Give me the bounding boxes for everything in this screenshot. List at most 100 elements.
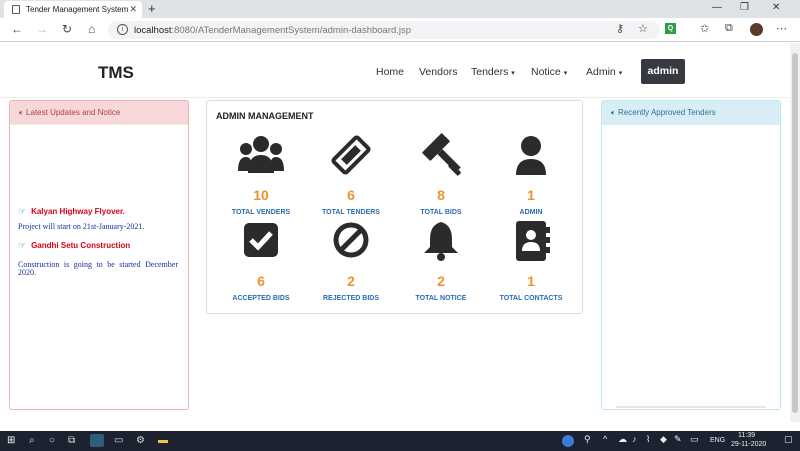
pen-icon[interactable]: ✎ <box>674 434 682 445</box>
page-scrollbar[interactable] <box>790 43 800 422</box>
back-icon[interactable]: ← <box>11 22 23 36</box>
chevron-down-icon: ▾ <box>563 70 568 77</box>
clock-time[interactable]: 11:39 <box>738 432 755 439</box>
user-button[interactable]: admin <box>641 59 685 84</box>
count-accepted-bids: 6 <box>257 273 265 289</box>
label-rejected-bids[interactable]: REJECTED BIDS <box>306 295 396 302</box>
new-tab-icon[interactable]: + <box>148 1 156 16</box>
refresh-icon[interactable]: ↻ <box>62 22 72 36</box>
file-explorer-icon[interactable]: ▬ <box>158 435 168 446</box>
people-icon[interactable]: ⚲ <box>584 434 591 445</box>
card-total-tenders[interactable]: 6 TOTAL TENDERS <box>306 133 396 216</box>
dropbox-icon[interactable]: ◆ <box>660 434 667 445</box>
notice-text: Project will start on 21st-January-2021. <box>18 222 145 231</box>
address-bar: ← → ↻ ⌂ i localhost:8080/ATenderManageme… <box>0 18 800 42</box>
nav-notice-label: Notice <box>531 66 561 78</box>
nav-vendors[interactable]: Vendors <box>419 66 458 78</box>
chevron-up-icon[interactable]: ^ <box>603 434 607 444</box>
notice-text: Construction is going to be started Dece… <box>18 260 178 278</box>
favorites-icon[interactable]: ✩ <box>700 22 709 35</box>
card-total-bids[interactable]: 8 TOTAL BIDS <box>396 133 486 216</box>
search-icon[interactable]: ⌕ <box>29 435 35 446</box>
notice-panel-title: Latest Updates and Notice <box>26 108 121 117</box>
notice-title-text: Gandhi Setu Construction <box>31 241 131 250</box>
windows-start-icon[interactable]: ⊞ <box>7 435 15 446</box>
cloud-icon[interactable]: ☁ <box>618 434 627 445</box>
cortana-icon[interactable]: ○ <box>49 435 55 446</box>
users-icon <box>238 136 284 173</box>
tab-title: Tender Management System <box>26 5 129 14</box>
nav-home[interactable]: Home <box>376 66 404 78</box>
approved-tenders-panel: 🔈︎ Recently Approved Tenders <box>601 100 781 410</box>
scrollbar-thumb[interactable] <box>792 53 798 413</box>
page-icon <box>12 5 20 14</box>
nav-tenders-label: Tenders <box>471 66 509 78</box>
browser-tab[interactable]: Tender Management System ✕ <box>4 1 142 18</box>
window-close-icon[interactable]: ✕ <box>772 2 780 13</box>
count-admin: 1 <box>527 187 535 203</box>
card-total-venders[interactable]: 10 TOTAL VENDERS <box>216 133 306 216</box>
volume-icon[interactable]: ♪ <box>632 434 637 444</box>
label-total-notice[interactable]: TOTAL NOTICE <box>396 295 486 302</box>
restore-icon[interactable]: ❐ <box>740 2 749 13</box>
card-accepted-bids[interactable]: 6 ACCEPTED BIDS <box>216 219 306 302</box>
bell-icon <box>424 222 458 261</box>
collections-icon[interactable]: ⧉ <box>725 22 733 35</box>
network-icon[interactable]: ⌇ <box>646 434 650 445</box>
nav-tenders[interactable]: Tenders ▾ <box>471 66 515 78</box>
minimize-icon[interactable]: — <box>712 2 722 13</box>
help-icon[interactable] <box>562 435 574 447</box>
label-admin[interactable]: ADMIN <box>486 209 576 216</box>
browser-tab-bar: Tender Management System ✕ + — ❐ ✕ <box>0 0 800 18</box>
settings-app-icon[interactable]: ⚙ <box>136 435 145 446</box>
label-accepted-bids[interactable]: ACCEPTED BIDS <box>216 295 306 302</box>
nav-admin-label: Admin <box>586 66 616 78</box>
terminal-app-icon[interactable]: ▭ <box>114 435 123 446</box>
home-icon[interactable]: ⌂ <box>88 22 95 36</box>
megaphone-icon: 🔈︎ <box>19 108 24 117</box>
card-total-notice[interactable]: 2 TOTAL NOTICE <box>396 219 486 302</box>
admin-management-panel: ADMIN MANAGEMENT 10 TOTAL VENDERS 6 TOTA… <box>206 100 583 314</box>
extension-icon[interactable]: Q <box>665 23 676 34</box>
clock-date[interactable]: 29-11-2020 <box>731 441 766 448</box>
profile-avatar[interactable] <box>750 23 763 36</box>
notice-item: ☞ Gandhi Setu Construction Construction i… <box>18 240 178 278</box>
nav-admin[interactable]: Admin ▾ <box>586 66 622 78</box>
count-total-notice: 2 <box>437 273 445 289</box>
address-book-icon <box>516 221 550 261</box>
language-indicator[interactable]: ENG <box>710 437 725 444</box>
check-square-icon <box>244 223 278 257</box>
label-total-contacts[interactable]: TOTAL CONTACTS <box>486 295 576 302</box>
hand-pointer-icon: ☞ <box>18 206 27 216</box>
forward-icon[interactable]: → <box>36 22 48 36</box>
card-rejected-bids[interactable]: 2 REJECTED BIDS <box>306 219 396 302</box>
site-info-icon[interactable]: i <box>117 24 128 35</box>
card-admin[interactable]: 1 ADMIN <box>486 133 576 216</box>
label-total-bids[interactable]: TOTAL BIDS <box>396 209 486 216</box>
notice-item: ☞ Kalyan Highway Flyover. Project will st… <box>18 206 178 231</box>
edge-app-icon[interactable] <box>90 434 104 447</box>
card-total-contacts[interactable]: 1 TOTAL CONTACTS <box>486 219 576 302</box>
notice-title[interactable]: ☞ Gandhi Setu Construction <box>18 240 178 251</box>
more-menu-icon[interactable]: ⋯ <box>776 22 787 35</box>
gavel-icon <box>422 133 461 176</box>
user-icon <box>516 136 546 175</box>
notice-title[interactable]: ☞ Kalyan Highway Flyover. <box>18 206 178 217</box>
count-total-tenders: 6 <box>347 187 355 203</box>
battery-icon[interactable]: ▭ <box>690 434 699 445</box>
favorite-star-icon[interactable]: ☆ <box>638 22 648 35</box>
close-tab-icon[interactable]: ✕ <box>129 4 137 15</box>
nav-notice[interactable]: Notice ▾ <box>531 66 567 78</box>
label-total-tenders[interactable]: TOTAL TENDERS <box>306 209 396 216</box>
megaphone-icon: 🔈︎ <box>611 108 616 117</box>
task-view-icon[interactable]: ⧉ <box>68 435 75 446</box>
site-navbar: TMS Home Vendors Tenders ▾ Notice ▾ Admi… <box>0 43 790 98</box>
url-field[interactable]: i localhost:8080/ATenderManagementSystem… <box>108 21 660 39</box>
notifications-icon[interactable]: ▢ <box>784 434 793 445</box>
approved-tenders-header: 🔈︎ Recently Approved Tenders <box>602 101 780 125</box>
brand-logo[interactable]: TMS <box>98 63 134 83</box>
label-total-venders[interactable]: TOTAL VENDERS <box>216 209 306 216</box>
key-icon[interactable]: ⚷ <box>616 22 624 35</box>
taskbar: ⊞ ⌕ ○ ⧉ ▭ ⚙ ▬ ⚲ ^ ☁ ♪ ⌇ ◆ ✎ ▭ ENG 11:39 … <box>0 431 800 451</box>
ban-icon <box>333 222 369 258</box>
